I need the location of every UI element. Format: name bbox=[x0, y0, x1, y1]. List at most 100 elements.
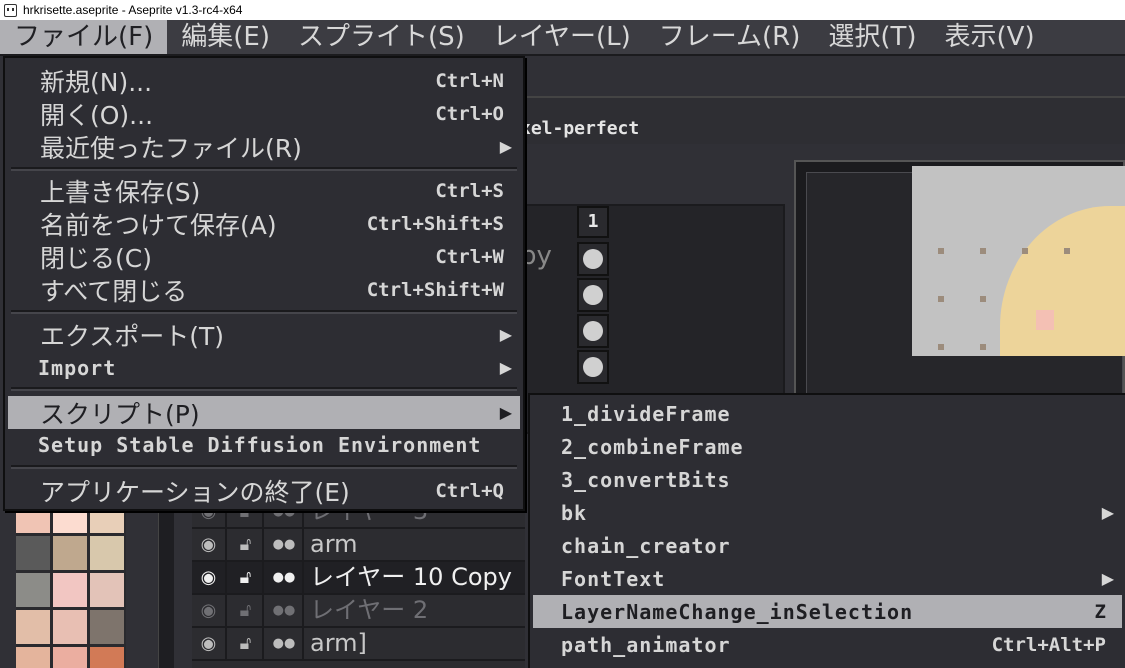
layer-row[interactable]: ◉ 🔓︎ ●● arm bbox=[192, 529, 525, 562]
palette-swatch[interactable] bbox=[53, 610, 87, 644]
pixel-perfect-toggle[interactable]: xel-perfect bbox=[520, 118, 639, 139]
visibility-eye-icon[interactable]: ◉ bbox=[192, 628, 227, 659]
layer-row[interactable]: ◉ 🔓︎ ●● レイヤー 10 Copy bbox=[192, 562, 525, 595]
layer-row[interactable]: ◉ 🔓︎ ●● arm] bbox=[192, 628, 525, 661]
cel[interactable] bbox=[577, 278, 609, 312]
palette-swatch[interactable] bbox=[16, 536, 50, 570]
sprite-pixel-dot bbox=[938, 344, 944, 350]
cel-dot-icon bbox=[583, 357, 603, 377]
script-item-font-text[interactable]: FontText ▶ bbox=[533, 562, 1122, 595]
script-item-path-animator[interactable]: path_animator Ctrl+Alt+P bbox=[533, 628, 1122, 661]
palette-swatch[interactable] bbox=[53, 647, 87, 668]
lock-padlock-icon[interactable]: 🔓︎ bbox=[229, 529, 264, 560]
cel-dot-icon bbox=[583, 249, 603, 269]
frame-header-1[interactable]: 1 bbox=[577, 206, 609, 238]
menu-separator bbox=[11, 465, 517, 469]
cel[interactable] bbox=[577, 314, 609, 348]
layer-name: レイヤー 10 Copy bbox=[310, 563, 512, 591]
sprite-pixel-dot bbox=[980, 248, 986, 254]
cel[interactable] bbox=[577, 350, 609, 384]
script-item-combine-frame[interactable]: 2_combineFrame bbox=[533, 430, 1122, 463]
file-menu-dropdown: 新規(N)... Ctrl+N 開く(O)... Ctrl+O 最近使ったファイ… bbox=[3, 56, 525, 511]
sprite-pixel-dot bbox=[938, 248, 944, 254]
visibility-eye-icon[interactable]: ◉ bbox=[192, 529, 227, 560]
script-item-convert-bits[interactable]: 3_convertBits bbox=[533, 463, 1122, 496]
menu-item-export[interactable]: エクスポート(T) ▶ bbox=[8, 318, 520, 351]
menu-separator bbox=[11, 387, 517, 391]
menu-separator bbox=[11, 167, 517, 171]
visibility-eye-icon[interactable]: ◉ bbox=[192, 595, 227, 626]
submenu-arrow-icon: ▶ bbox=[499, 325, 512, 344]
palette-swatch[interactable] bbox=[53, 536, 87, 570]
menu-item-scripts[interactable]: スクリプト(P) ▶ bbox=[8, 396, 520, 429]
menu-item-close-all[interactable]: すべて閉じる Ctrl+Shift+W bbox=[8, 273, 520, 306]
cel-dot-icon bbox=[583, 321, 603, 341]
palette-swatch[interactable] bbox=[16, 647, 50, 668]
sprite-blush bbox=[1036, 310, 1054, 330]
submenu-arrow-icon: ▶ bbox=[499, 137, 512, 156]
sprite-pixel-dot bbox=[980, 296, 986, 302]
palette-swatch[interactable] bbox=[90, 610, 124, 644]
menu-item-import[interactable]: Import ▶ bbox=[8, 351, 520, 384]
palette-swatch[interactable] bbox=[53, 573, 87, 607]
menu-item-setup-stable-diffusion[interactable]: Setup Stable Diffusion Environment bbox=[8, 428, 520, 461]
sprite-pixel-dot bbox=[1064, 248, 1070, 254]
menu-item-recent-files[interactable]: 最近使ったファイル(R) ▶ bbox=[8, 130, 520, 163]
sprite-pixel-dot bbox=[1022, 248, 1028, 254]
layer-name: レイヤー 2 bbox=[310, 596, 429, 624]
menu-edit[interactable]: 編集(E) bbox=[167, 20, 284, 54]
layer-list: ◉ 🔓︎ ●● レイヤー 3 ◉ 🔓︎ ●● arm ◉ 🔓︎ ●● レイヤー 10 Copy ◉ 🔓︎ ●… bbox=[192, 496, 525, 668]
palette-swatch[interactable] bbox=[16, 573, 50, 607]
visibility-eye-icon[interactable]: ◉ bbox=[192, 562, 227, 593]
continuous-icon[interactable]: ●● bbox=[266, 562, 304, 593]
layer-name: arm bbox=[310, 530, 358, 558]
menu-view[interactable]: 表示(V) bbox=[931, 20, 1049, 54]
menu-item-exit[interactable]: アプリケーションの終了(E) Ctrl+Q bbox=[8, 474, 520, 507]
script-item-divide-frame[interactable]: 1_divideFrame bbox=[533, 397, 1122, 430]
lock-padlock-icon[interactable]: 🔓︎ bbox=[229, 562, 264, 593]
sprite-pixel-dot bbox=[980, 344, 986, 350]
palette-scrollbar[interactable] bbox=[158, 511, 174, 668]
script-item-bk[interactable]: bk ▶ bbox=[533, 496, 1122, 529]
layer-name: arm] bbox=[310, 629, 367, 657]
menu-layer[interactable]: レイヤー(L) bbox=[479, 20, 645, 54]
submenu-arrow-icon: ▶ bbox=[1101, 569, 1114, 588]
script-item-chain-creator[interactable]: chain_creator bbox=[533, 529, 1122, 562]
palette-swatch[interactable] bbox=[90, 573, 124, 607]
color-palette bbox=[16, 499, 126, 668]
menu-file[interactable]: ファイル(F) bbox=[0, 20, 168, 54]
title-bar: hrkrisette.aseprite - Aseprite v1.3-rc4-… bbox=[0, 0, 1125, 20]
sprite-image bbox=[912, 166, 1125, 356]
palette-swatch[interactable] bbox=[16, 610, 50, 644]
continuous-icon[interactable]: ●● bbox=[266, 628, 304, 659]
cel-column bbox=[577, 242, 609, 386]
window-title: hrkrisette.aseprite - Aseprite v1.3-rc4-… bbox=[23, 3, 243, 17]
menu-item-new[interactable]: 新規(N)... Ctrl+N bbox=[8, 64, 520, 97]
menu-item-close[interactable]: 閉じる(C) Ctrl+W bbox=[8, 240, 520, 273]
script-item-layer-name-change[interactable]: LayerNameChange_inSelection Z bbox=[533, 595, 1122, 628]
submenu-arrow-icon: ▶ bbox=[1101, 503, 1114, 522]
lock-padlock-icon[interactable]: 🔓︎ bbox=[229, 595, 264, 626]
menu-bar: ファイル(F) 編集(E) スプライト(S) レイヤー(L) フレーム(R) 選… bbox=[0, 20, 1125, 56]
submenu-arrow-icon: ▶ bbox=[499, 403, 512, 422]
menu-item-save[interactable]: 上書き保存(S) Ctrl+S bbox=[8, 174, 520, 207]
menu-item-open[interactable]: 開く(O)... Ctrl+O bbox=[8, 97, 520, 130]
sprite-pixel-dot bbox=[938, 296, 944, 302]
menu-select[interactable]: 選択(T) bbox=[814, 20, 930, 54]
menu-item-save-as[interactable]: 名前をつけて保存(A) Ctrl+Shift+S bbox=[8, 207, 520, 240]
cel[interactable] bbox=[577, 242, 609, 276]
palette-swatch[interactable] bbox=[90, 536, 124, 570]
aseprite-app-icon bbox=[4, 3, 17, 17]
sprite-skin-area bbox=[1000, 206, 1125, 356]
menu-frame[interactable]: フレーム(R) bbox=[645, 20, 815, 54]
submenu-arrow-icon: ▶ bbox=[499, 358, 512, 377]
layer-row[interactable]: ◉ 🔓︎ ●● レイヤー 2 bbox=[192, 595, 525, 628]
menu-sprite[interactable]: スプライト(S) bbox=[284, 20, 479, 54]
cel-dot-icon bbox=[583, 285, 603, 305]
continuous-icon[interactable]: ●● bbox=[266, 529, 304, 560]
palette-swatch[interactable] bbox=[90, 647, 124, 668]
continuous-icon[interactable]: ●● bbox=[266, 595, 304, 626]
menu-separator bbox=[11, 310, 517, 314]
scripts-submenu: 1_divideFrame 2_combineFrame 3_convertBi… bbox=[528, 393, 1125, 668]
lock-padlock-icon[interactable]: 🔓︎ bbox=[229, 628, 264, 659]
